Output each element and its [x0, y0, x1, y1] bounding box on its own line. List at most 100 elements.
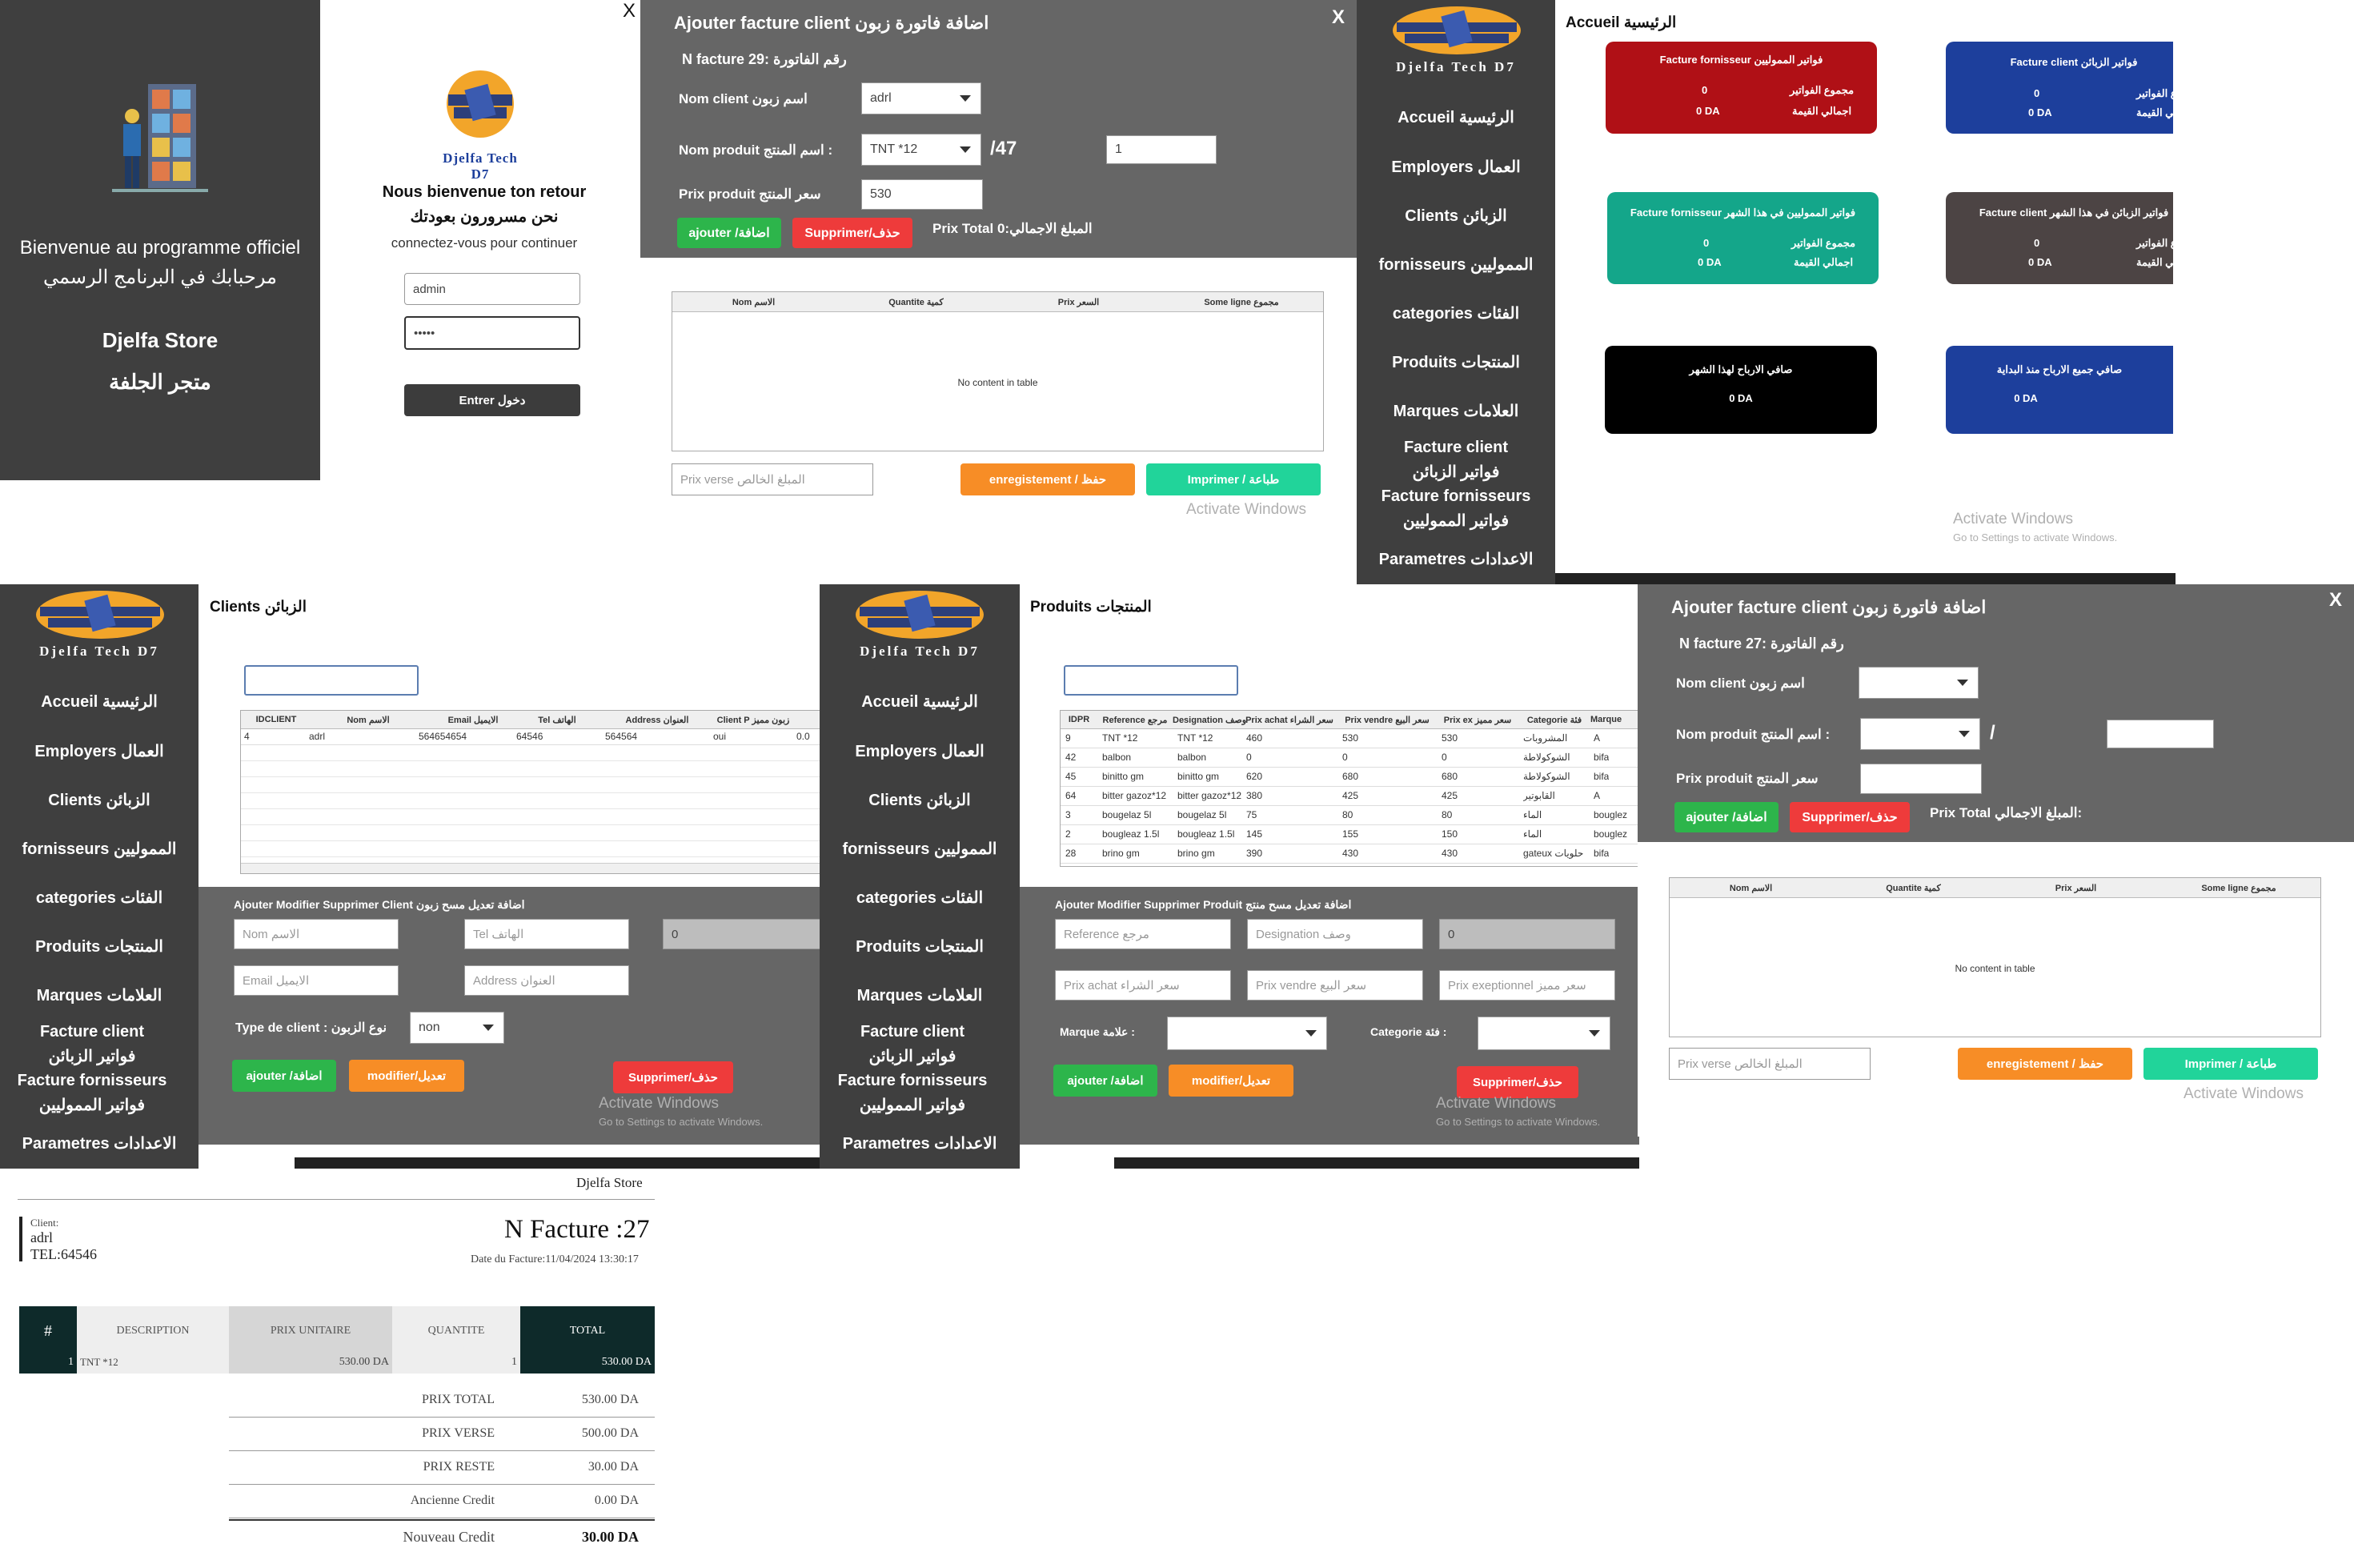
sidebar-item-products[interactable]: Produits المنتجات [820, 936, 1020, 956]
sidebar-item-suppliers[interactable]: fornisseurs المموليين [1357, 255, 1555, 275]
table-row[interactable]: 45 binitto gm binitto gm 620 680 680 الشوكولاط… [1061, 767, 1639, 787]
save-button[interactable]: enregistement / حفظ [960, 463, 1135, 495]
sidebar-item-settings[interactable]: Parametres الاعدادات [820, 1133, 1020, 1153]
sidebar-item-invoice-supplier[interactable]: Facture fornisseurs فواتير المموليين [0, 1072, 184, 1115]
welcome-line1: Bienvenue au programme officiel [19, 237, 301, 259]
close-icon[interactable]: X [2329, 589, 2342, 612]
sidebar-item-products[interactable]: Produits المنتجات [0, 936, 199, 956]
quantity-input[interactable] [2107, 720, 2214, 748]
taskbar [1114, 1157, 1639, 1169]
sidebar-item-clients[interactable]: Clients الزبائن [0, 790, 199, 810]
sidebar-item-settings[interactable]: Parametres الاعدادات [1357, 549, 1555, 569]
table-row[interactable]: 42 balbon balbon 0 0 0 الشوكولاطة bifa [1061, 748, 1639, 768]
price-input[interactable]: 530 [861, 179, 983, 210]
sidebar-item-categories[interactable]: categories الفئات [0, 888, 199, 908]
paid-amount-input[interactable]: Prix verse المبلغ الخالص [1669, 1048, 1871, 1080]
print-button[interactable]: Imprimer / طباعة [1146, 463, 1321, 495]
invoice-table: Nom الاسم Quantite كمية Prix السعر Some … [1669, 877, 2321, 1037]
sidebar-item-label: فواتير الزبائن [868, 1048, 956, 1065]
table-row[interactable]: 28 brino gm brino gm 390 430 430 gateux حلويات… [1061, 844, 1639, 864]
sidebar-item-brands[interactable]: Marques العلامات [820, 985, 1020, 1005]
sidebar-item-categories[interactable]: categories الفئات [820, 888, 1020, 908]
sidebar-item-suppliers[interactable]: fornisseurs المموليين [820, 839, 1020, 859]
table-row[interactable]: 3 bougelaz 5l bougelaz 5l 75 80 80 الماء bougle… [1061, 805, 1639, 825]
sidebar-item-invoice-client[interactable]: Facture client فواتير الزبائن [1357, 439, 1555, 482]
search-input[interactable] [1064, 665, 1238, 696]
client-select[interactable]: adrl [861, 82, 981, 114]
add-button[interactable]: ajouter /اضافة [677, 218, 781, 248]
sidebar-item-categories[interactable]: categories الفئات [1357, 303, 1555, 323]
sidebar-item-invoice-supplier[interactable]: Facture fornisseurs فواتير المموليين [1357, 487, 1555, 531]
client-type-select[interactable]: non [410, 1012, 504, 1044]
delete-button[interactable]: Supprimer/حذف [792, 218, 912, 248]
add-button[interactable]: ajouter /اضافة [1674, 802, 1779, 832]
sidebar-item-employees[interactable]: Employers العمال [820, 741, 1020, 761]
tel-input[interactable]: Tel الهاتف [464, 919, 629, 949]
table-row[interactable]: 4 adrl 564654654 64546 564564 oui 0.0 [241, 728, 820, 745]
add-button[interactable]: ajouter /اضافة [1053, 1065, 1157, 1097]
product-select[interactable]: TNT *12 [861, 134, 981, 166]
table-row[interactable]: 9 TNT *12 TNT *12 460 530 530 المشروبات A [1061, 728, 1639, 748]
sidebar-item-employees[interactable]: Employers العمال [1357, 157, 1555, 177]
price-input[interactable] [1860, 764, 1982, 794]
card-value: 0 DA [1729, 392, 1753, 404]
greeting-ar: نحن مسرورون بعودتك [410, 208, 559, 226]
modify-button[interactable]: modifier/تعديل [349, 1060, 464, 1092]
table-row[interactable]: 64 bitter gazoz*12 bitter gazoz*12 380 425 42… [1061, 786, 1639, 806]
designation-input[interactable]: Designation وصف [1247, 919, 1423, 949]
sidebar-item-brands[interactable]: Marques العلامات [0, 985, 199, 1005]
card-value: 0 DA [1696, 105, 1720, 117]
sidebar-item-clients[interactable]: Clients الزبائن [820, 790, 1020, 810]
paid-amount-input[interactable]: Prix verse المبلغ الخالص [672, 463, 873, 495]
table-row[interactable]: 2 bougleaz 1.5l bougleaz 1.5l 145 155 150 الما… [1061, 824, 1639, 844]
sidebar-brand: Djelfa Tech D7 [860, 644, 980, 659]
sidebar-item-home[interactable]: Accueil الرئيسية [0, 692, 199, 712]
sidebar-item-clients[interactable]: Clients الزبائن [1357, 206, 1555, 226]
sidebar-item-employees[interactable]: Employers العمال [0, 741, 199, 761]
reference-input[interactable]: Reference مرجع [1055, 919, 1231, 949]
table-row: 1 TNT *12 530.00 DA 1 530.00 DA [19, 1356, 655, 1374]
print-button[interactable]: Imprimer / طباعة [2143, 1048, 2318, 1080]
address-input[interactable]: Address العنوان [464, 965, 629, 996]
sidebar-item-suppliers[interactable]: fornisseurs المموليين [0, 839, 199, 859]
brand-select[interactable] [1167, 1017, 1327, 1050]
sidebar-item-label: Facture fornisseurs [837, 1072, 988, 1089]
sidebar-item-settings[interactable]: Parametres الاعدادات [0, 1133, 199, 1153]
purchase-price-input[interactable]: Prix achat سعر الشراء [1055, 970, 1231, 1001]
quantity-input[interactable]: 1 [1106, 135, 1217, 164]
close-icon[interactable]: X [1332, 6, 1345, 29]
price-label: Prix produit سعر المنتج [679, 186, 821, 202]
sidebar-item-brands[interactable]: Marques العلامات [1357, 401, 1555, 421]
total-label: Prix Total المبلغ الاجمالي:0 [932, 221, 1093, 236]
login-button[interactable]: Entrer دخول [404, 384, 580, 416]
category-select[interactable] [1478, 1017, 1610, 1050]
special-price-input[interactable]: Prix exeptionnel سعر مميز [1439, 970, 1615, 1001]
table-cell: 0 [1342, 752, 1348, 763]
client-select[interactable] [1859, 667, 1979, 699]
delete-button[interactable]: Supprimer/حذف [1790, 802, 1910, 832]
modify-button[interactable]: modifier/تعديل [1169, 1065, 1293, 1097]
search-input[interactable] [244, 665, 419, 696]
sidebar-item-invoice-client[interactable]: Facture client فواتير الزبائن [0, 1023, 184, 1066]
username-input[interactable]: admin [404, 273, 580, 305]
card-label: مجموع الفواتير [2136, 87, 2201, 99]
password-input[interactable]: ••••• [404, 316, 580, 350]
save-button[interactable]: enregistement / حفظ [1958, 1048, 2132, 1080]
sidebar-item-invoice-supplier[interactable]: Facture fornisseurs فواتير المموليين [820, 1072, 1005, 1115]
close-icon[interactable]: X [623, 0, 636, 22]
delete-button[interactable]: Supprimer/حذف [613, 1061, 733, 1093]
sell-price-input[interactable]: Prix vendre سعر البيع [1247, 970, 1423, 1001]
name-input[interactable]: Nom الاسم [234, 919, 399, 949]
table-row [241, 840, 820, 857]
add-button[interactable]: ajouter /اضافة [232, 1060, 336, 1092]
product-select[interactable] [1860, 718, 1980, 750]
sidebar-item-products[interactable]: Produits المنتجات [1357, 352, 1555, 372]
summary-label: Ancienne Credit [410, 1494, 495, 1507]
email-input[interactable]: Email الايميل [234, 965, 399, 996]
delete-button[interactable]: Supprimer/حذف [1457, 1066, 1578, 1098]
sidebar-item-invoice-client[interactable]: Facture client فواتير الزبائن [820, 1023, 1005, 1066]
horizontal-scrollbar[interactable] [241, 863, 820, 873]
sidebar-item-home[interactable]: Accueil الرئيسية [1357, 107, 1555, 127]
sidebar-item-home[interactable]: Accueil الرئيسية [820, 692, 1020, 712]
table-row [241, 824, 820, 841]
